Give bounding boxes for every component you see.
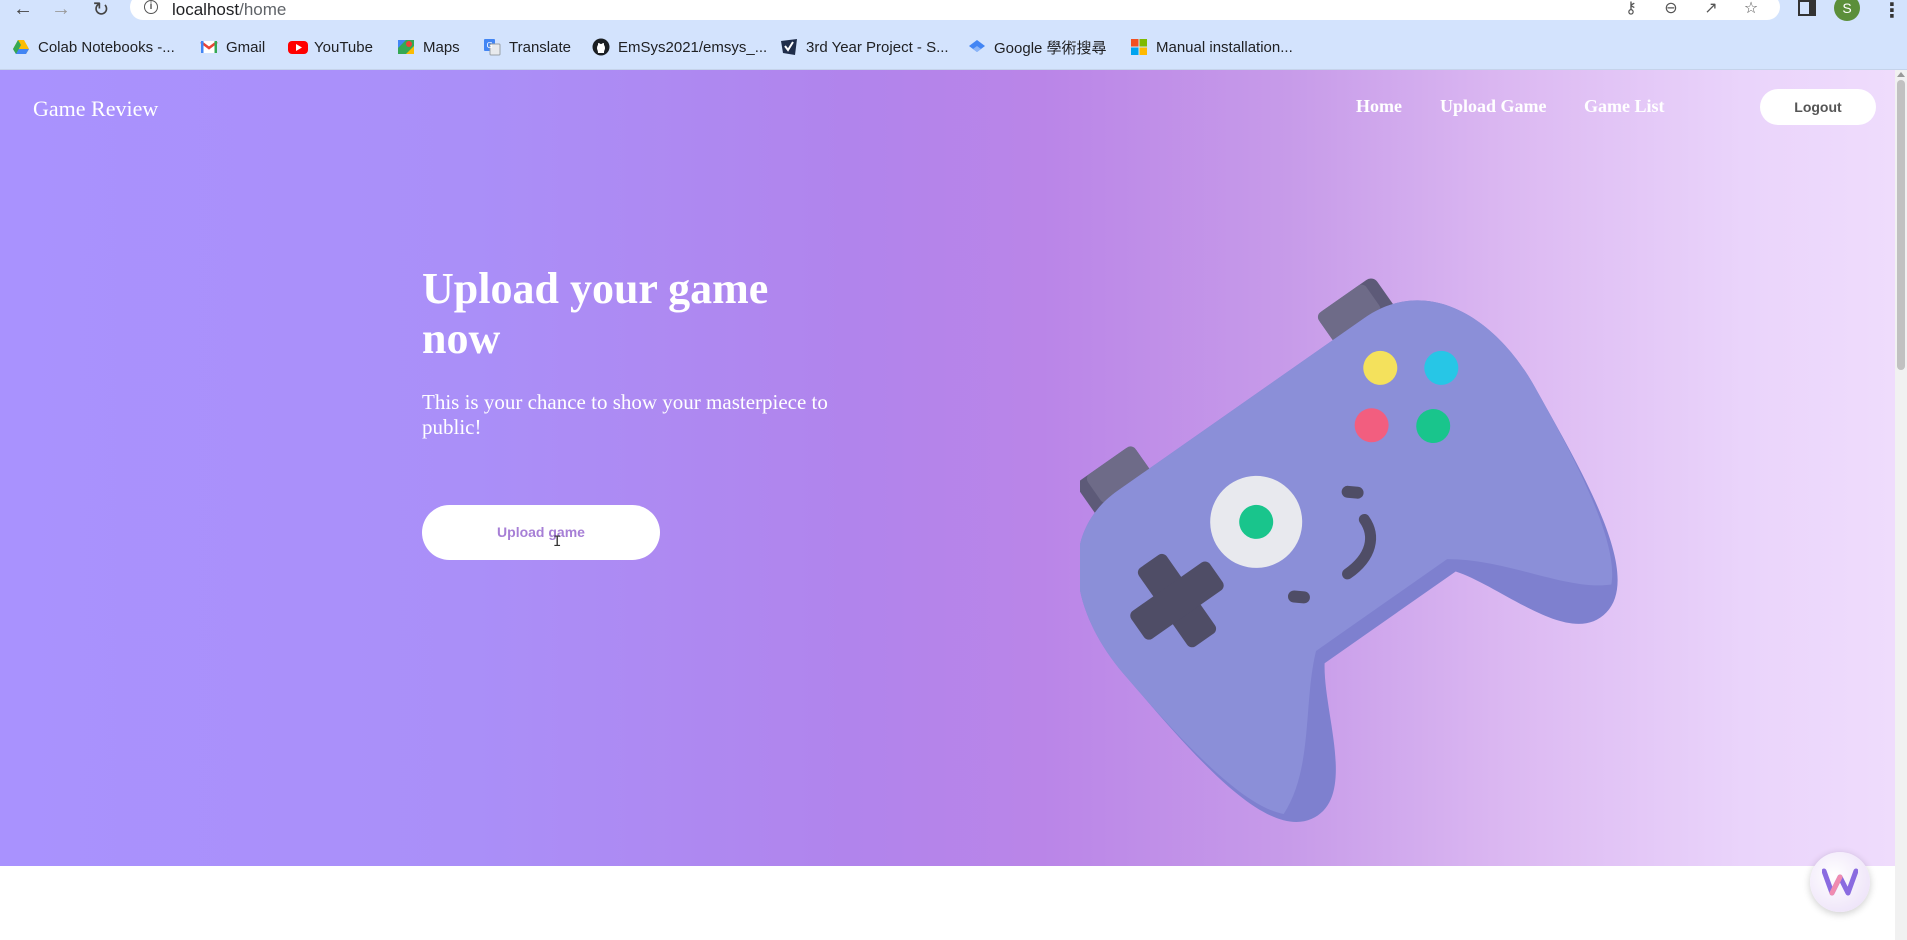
upload-game-button[interactable]: Upload game <box>422 505 660 560</box>
share-icon[interactable]: ↗ <box>1700 0 1722 17</box>
bookmark-youtube[interactable]: YouTube <box>288 36 373 58</box>
forward-icon[interactable]: → <box>48 0 74 20</box>
bookmark-project[interactable]: 3rd Year Project - S... <box>780 36 949 58</box>
bookmark-manual[interactable]: Manual installation... <box>1130 36 1293 58</box>
browser-toolbar: ← → ↻ i localhost/home ⚷ ⊖ ↗ ☆ S ⋮ <box>0 0 1907 22</box>
maps-icon <box>397 38 415 56</box>
bookmark-colab[interactable]: Colab Notebooks -... <box>12 36 175 58</box>
translate-icon: G <box>483 38 501 56</box>
github-icon <box>592 38 610 56</box>
hero-subtitle: This is your chance to show your masterp… <box>422 390 828 439</box>
nav-home-link[interactable]: Home <box>1356 96 1402 117</box>
nav-game-list-link[interactable]: Game List <box>1584 96 1665 117</box>
bookmark-github[interactable]: EmSys2021/emsys_... <box>592 36 767 58</box>
bookmark-maps[interactable]: Maps <box>397 36 460 58</box>
floating-assistant-button[interactable] <box>1810 852 1870 912</box>
site-info-icon[interactable]: i <box>144 0 158 14</box>
zoom-icon[interactable]: ⊖ <box>1660 0 1682 17</box>
bookmarks-bar: Colab Notebooks -... Gmail YouTube Maps … <box>0 22 1907 70</box>
nav-upload-game-link[interactable]: Upload Game <box>1440 96 1547 117</box>
key-icon[interactable]: ⚷ <box>1620 0 1642 17</box>
drive-icon <box>12 38 30 56</box>
menu-icon[interactable]: ⋮ <box>1882 0 1902 23</box>
bookmark-scholar[interactable]: Google 學術搜尋 <box>968 36 1107 58</box>
gmail-icon <box>200 38 218 56</box>
scroll-up-icon[interactable] <box>1897 72 1905 77</box>
bookmark-gmail[interactable]: Gmail <box>200 36 265 58</box>
w-logo-icon <box>1822 868 1858 896</box>
scroll-thumb[interactable] <box>1897 80 1905 370</box>
reload-icon[interactable]: ↻ <box>88 0 114 21</box>
gamepad-illustration <box>1080 278 1618 822</box>
youtube-icon <box>288 38 308 56</box>
brand-logo[interactable]: Game Review <box>33 96 158 122</box>
profile-avatar[interactable]: S <box>1834 0 1860 21</box>
text-cursor-icon: I <box>553 534 562 550</box>
svg-text:G: G <box>487 41 493 50</box>
hero-section: Game Review Home Upload Game Game List L… <box>0 70 1895 866</box>
bookmark-translate[interactable]: G Translate <box>483 36 571 58</box>
back-icon[interactable]: ← <box>10 0 36 20</box>
page-scrollbar[interactable] <box>1895 70 1907 940</box>
scholar-icon <box>968 38 986 56</box>
microsoft-icon <box>1130 38 1148 56</box>
hero-title: Upload your game now <box>422 264 769 363</box>
project-icon <box>780 38 798 56</box>
url-text[interactable]: localhost/home <box>172 0 286 20</box>
logout-button[interactable]: Logout <box>1760 89 1876 125</box>
address-bar[interactable]: i localhost/home ⚷ ⊖ ↗ ☆ <box>130 0 1780 20</box>
side-panel-icon[interactable] <box>1798 0 1816 16</box>
bookmark-star-icon[interactable]: ☆ <box>1740 0 1762 17</box>
